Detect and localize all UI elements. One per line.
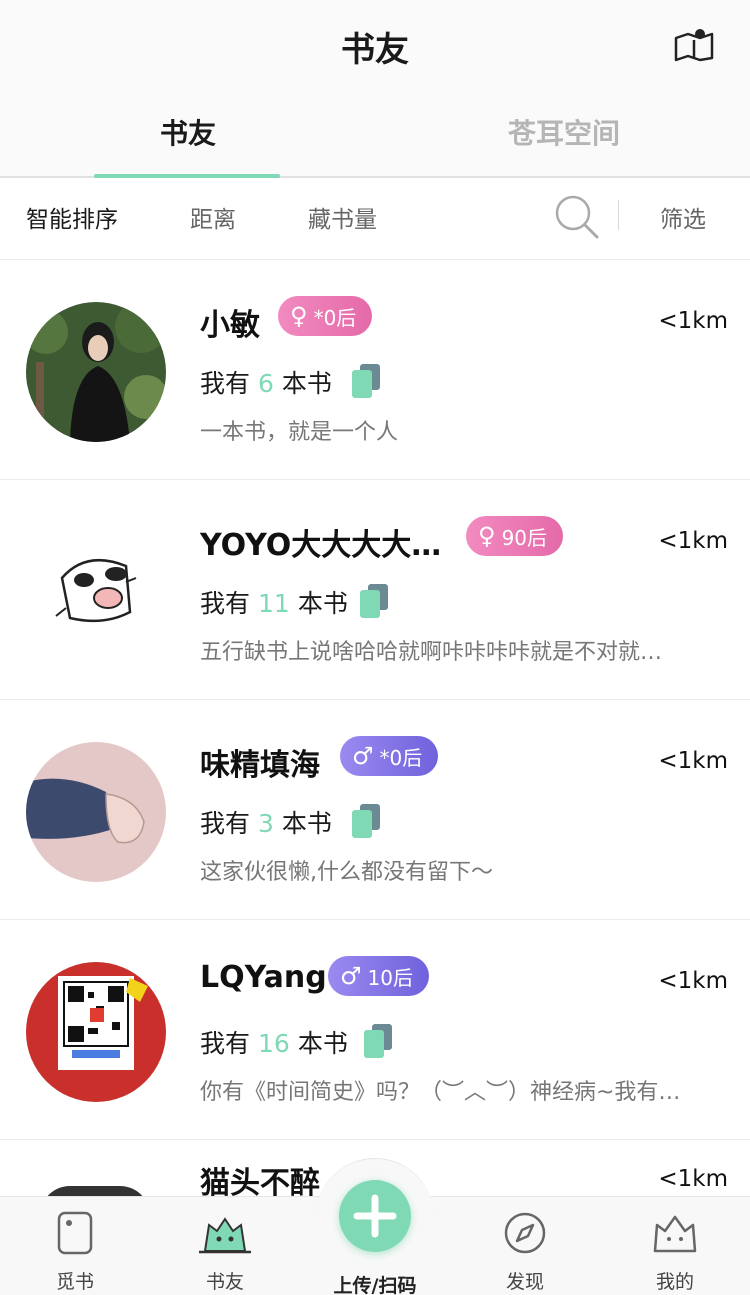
user-bio: 这家伙很懒,什么都没有留下～ <box>200 860 493 885</box>
female-icon: ♀ <box>478 522 496 550</box>
tab-mine[interactable]: 我的 <box>600 1197 750 1295</box>
book-count: 我有 3 本书 <box>200 809 332 838</box>
user-name[interactable]: 味精填海 <box>200 740 320 784</box>
book-icon <box>57 1211 93 1255</box>
tab-discover[interactable]: 发现 <box>450 1197 600 1295</box>
books-icon <box>360 584 388 618</box>
segment-tabs: 书友 苍耳空间 <box>0 92 750 178</box>
upload-scan-button[interactable] <box>339 1180 411 1252</box>
distance-label: <1km <box>658 968 728 994</box>
distance-label: <1km <box>658 1166 728 1192</box>
male-icon: ♂ <box>352 742 374 770</box>
collection-filter[interactable]: 藏书量 <box>308 200 377 234</box>
tab-cang-er-space[interactable]: 苍耳空间 <box>508 112 620 152</box>
user-name[interactable]: YOYO大大大大… <box>200 520 441 564</box>
user-bio: 一本书，就是一个人 <box>200 420 399 445</box>
gender-age-badge: ♀ 90后 <box>466 516 564 556</box>
tab-book-friends[interactable]: 书友 <box>160 112 216 152</box>
list-item[interactable]: LQYang ♂ 10后 <1km 我有 16 本书 你有《时间简史》吗？（︶︿︶）… <box>0 920 750 1140</box>
active-tab-indicator <box>94 174 280 178</box>
user-name[interactable]: LQYang <box>200 960 327 995</box>
list-item[interactable]: 小敏 ♀ *0后 <1km 我有 6 本书 一本书，就是一个人 <box>0 260 750 480</box>
cocklebur-mascot-icon <box>199 1217 251 1254</box>
user-bio: 五行缺书上说啥哈哈就啊咔咔咔咔就是不对就… <box>200 640 663 665</box>
filter-bar: 智能排序 距离 藏书量 筛选 <box>0 180 750 260</box>
profile-mascot-icon <box>653 1215 697 1253</box>
nav-bar: 书友 <box>0 0 750 92</box>
list-item[interactable]: YOYO大大大大… ♀ 90后 <1km 我有 11 本书 五行缺书上说啥哈哈就啊咔… <box>0 480 750 700</box>
user-bio: 你有《时间简史》吗？（︶︿︶）神经病~我有… <box>200 1080 681 1105</box>
page-title: 书友 <box>341 30 409 70</box>
books-icon <box>364 1024 392 1058</box>
screen-filter-button[interactable]: 筛选 <box>660 200 706 234</box>
list-item[interactable]: 味精填海 ♂ *0后 <1km 我有 3 本书 这家伙很懒,什么都没有留下～ <box>0 700 750 920</box>
user-name[interactable]: 小敏 <box>200 300 260 344</box>
book-count: 我有 6 本书 <box>200 369 332 398</box>
male-icon: ♂ <box>340 962 362 990</box>
book-map-icon[interactable] <box>674 26 714 62</box>
books-icon <box>352 804 380 838</box>
tab-find-books[interactable]: 觅书 <box>0 1197 150 1295</box>
avatar <box>26 742 166 882</box>
filter-divider <box>618 200 619 230</box>
tab-book-friends-bottom[interactable]: 书友 <box>150 1197 300 1295</box>
avatar <box>26 522 166 662</box>
compass-icon <box>504 1212 546 1254</box>
book-count: 我有 11 本书 <box>200 589 348 618</box>
plus-icon <box>353 1194 397 1238</box>
avatar <box>26 962 166 1102</box>
user-list: 小敏 ♀ *0后 <1km 我有 6 本书 一本书，就是一个人 YOYO大大大大… … <box>0 260 750 1216</box>
search-icon[interactable] <box>552 192 600 240</box>
book-count: 我有 16 本书 <box>200 1029 348 1058</box>
avatar <box>26 302 166 442</box>
distance-label: <1km <box>658 748 728 774</box>
gender-age-badge: ♂ 10后 <box>328 956 429 996</box>
distance-label: <1km <box>658 308 728 334</box>
smart-sort-filter[interactable]: 智能排序 <box>26 200 118 234</box>
books-icon <box>352 364 380 398</box>
female-icon: ♀ <box>290 302 308 330</box>
gender-age-badge: ♂ *0后 <box>340 736 439 776</box>
distance-filter[interactable]: 距离 <box>190 200 236 234</box>
gender-age-badge: ♀ *0后 <box>278 296 373 336</box>
distance-label: <1km <box>658 528 728 554</box>
